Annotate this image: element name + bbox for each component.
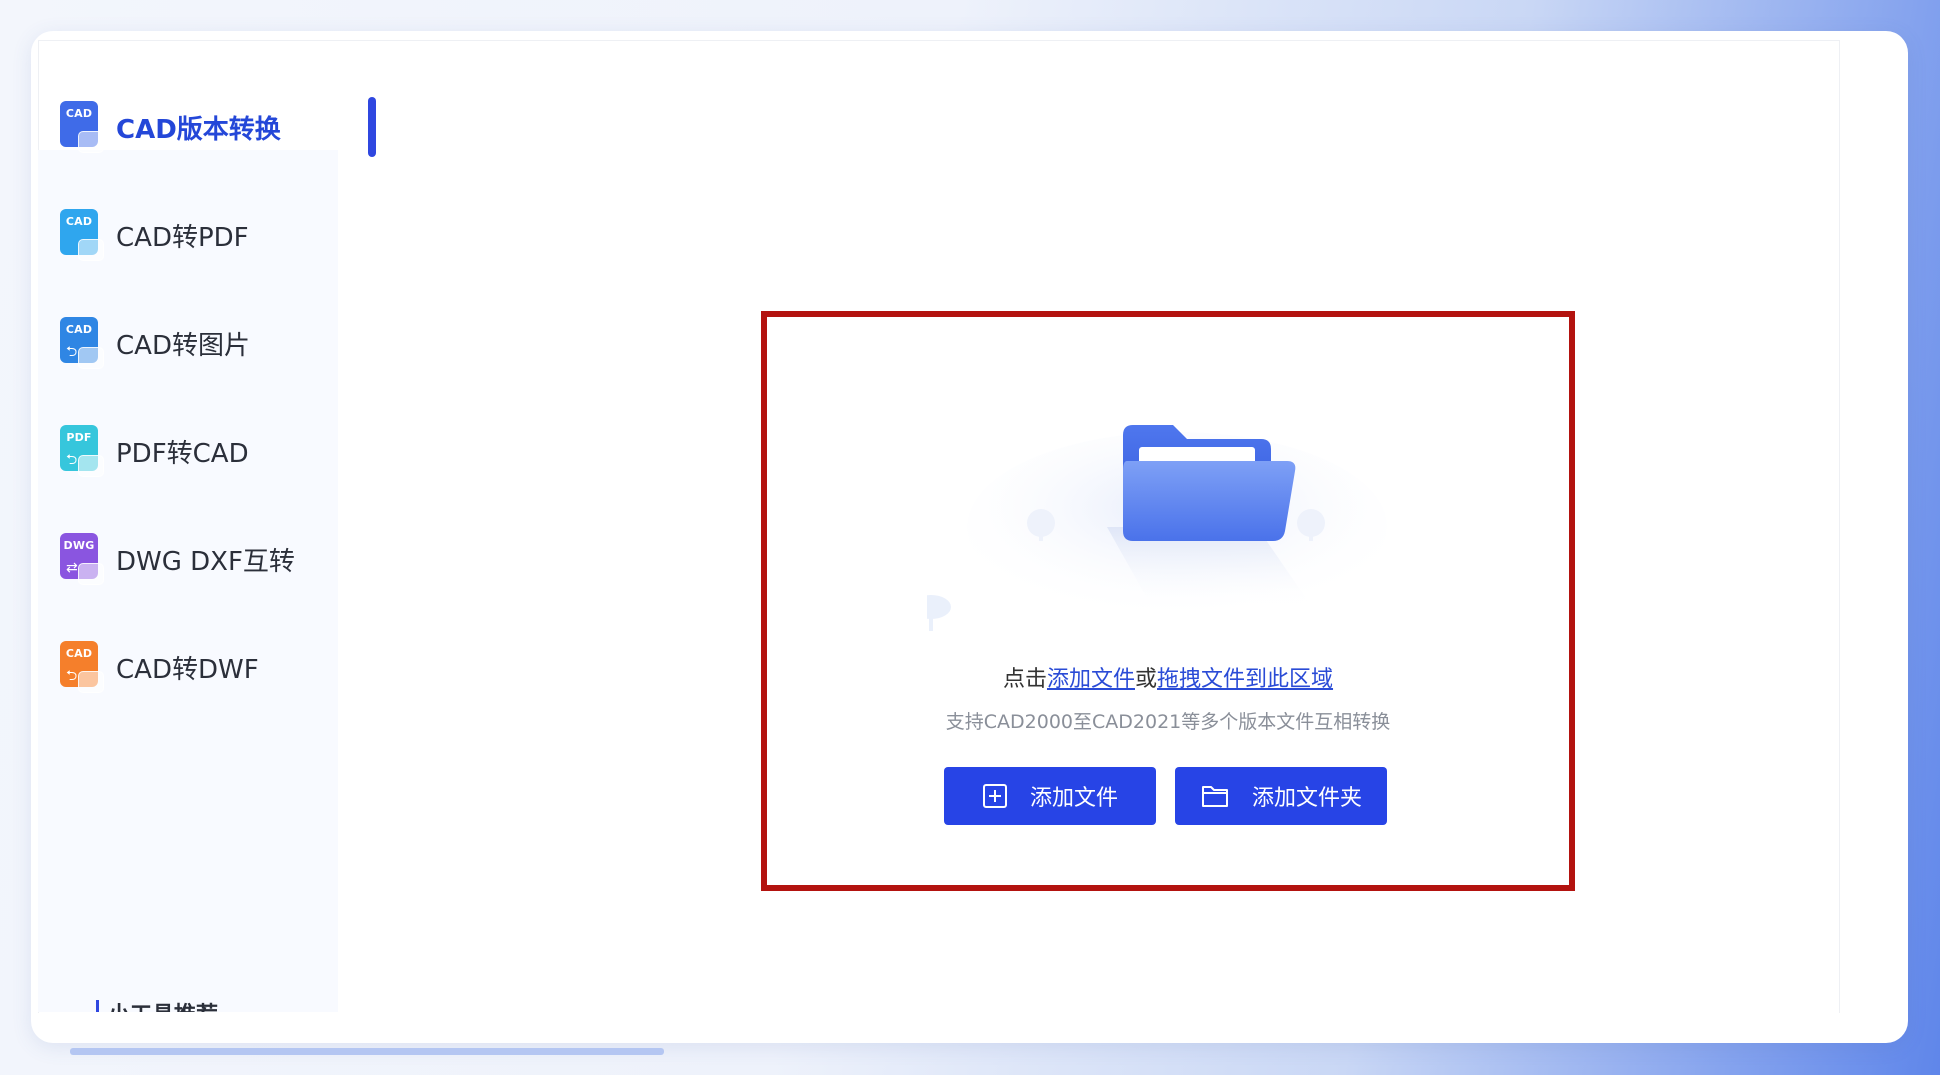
folder-illustration-icon <box>927 425 1387 631</box>
sidebar-item-cad-to-image[interactable]: CAD ⮌ CAD转图片 <box>60 313 250 373</box>
add-folder-button[interactable]: 添加文件夹 <box>1175 767 1387 825</box>
sidebar-item-cad-version[interactable]: CAD CAD版本转换 <box>60 97 281 157</box>
add-file-button[interactable]: 添加文件 <box>944 767 1156 825</box>
sidebar-item-label: PDF转CAD <box>116 438 249 469</box>
sidebar-item-cad-to-pdf[interactable]: CAD CAD转PDF <box>60 205 249 265</box>
add-square-icon <box>982 784 1007 808</box>
drag-files-link[interactable]: 拖拽文件到此区域 <box>1157 667 1333 692</box>
cad-version-icon: CAD <box>60 101 104 153</box>
horizontal-scrollbar[interactable] <box>70 1048 664 1055</box>
sidebar-item-label: DWG DXF互转 <box>116 546 295 577</box>
folder-icon <box>1201 786 1228 807</box>
pdf-to-cad-icon: PDF ⮌ <box>60 425 104 477</box>
sidebar-item-cad-to-dwf[interactable]: CAD ⮌ CAD转DWF <box>60 637 259 697</box>
sidebar-item-label: CAD转图片 <box>116 330 250 361</box>
cad-to-image-icon: CAD ⮌ <box>60 317 104 369</box>
active-indicator <box>368 97 376 157</box>
sidebar-item-label: CAD转DWF <box>116 654 259 685</box>
sidebar-item-label: CAD转PDF <box>116 222 249 253</box>
cad-to-pdf-icon: CAD <box>60 209 104 261</box>
file-drop-zone[interactable]: 点击添加文件或拖拽文件到此区域 支持CAD2000至CAD2021等多个版本文件… <box>761 311 1575 891</box>
tools-section-label: 小工具推荐 <box>96 996 218 1012</box>
sidebar-item-pdf-to-cad[interactable]: PDF ⮌ PDF转CAD <box>60 421 249 481</box>
sidebar-item-label: CAD版本转换 <box>116 114 281 145</box>
cad-to-dwf-icon: CAD ⮌ <box>60 641 104 693</box>
sidebar-item-dwg-dxf[interactable]: DWG ⇄ DWG DXF互转 <box>60 529 295 589</box>
dwg-dxf-icon: DWG ⇄ <box>60 533 104 585</box>
add-file-link[interactable]: 添加文件 <box>1047 667 1135 692</box>
supported-versions-text: 支持CAD2000至CAD2021等多个版本文件互相转换 <box>945 711 1391 733</box>
drop-hint: 点击添加文件或拖拽文件到此区域 <box>1002 667 1334 692</box>
